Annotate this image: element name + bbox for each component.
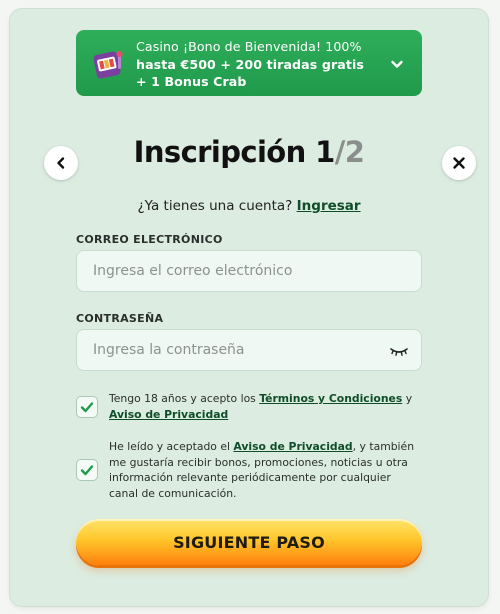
- terms-text: Tengo 18 años y acepto los Términos y Co…: [109, 391, 422, 422]
- email-field[interactable]: [77, 251, 421, 291]
- email-label: CORREO ELECTRÓNICO: [76, 233, 223, 246]
- email-field-wrapper: [76, 250, 422, 292]
- login-prompt: ¿Ya tienes una cuenta? Ingresar: [10, 198, 488, 214]
- step-total: /2: [334, 135, 365, 169]
- slot-machine-icon: [93, 51, 123, 79]
- password-field-wrapper: [76, 329, 422, 371]
- terms-checkbox[interactable]: [76, 396, 98, 418]
- promo-text: Casino ¡Bono de Bienvenida! 100% hasta €…: [136, 38, 372, 91]
- chevron-down-icon[interactable]: [390, 57, 404, 71]
- promo-line-1: Casino ¡Bono de Bienvenida! 100%: [136, 39, 362, 54]
- next-step-button[interactable]: SIGUIENTE PASO: [76, 519, 422, 565]
- terms-text-b: y: [402, 392, 413, 405]
- login-link[interactable]: Ingresar: [297, 198, 361, 214]
- promo-line-3: + 1 Bonus Crab: [136, 74, 247, 89]
- promo-line-2: hasta €500 + 200 tiradas gratis: [136, 56, 365, 72]
- eye-closed-icon[interactable]: [389, 344, 409, 358]
- password-field[interactable]: [77, 330, 421, 370]
- privacy-link[interactable]: Aviso de Privacidad: [109, 408, 228, 421]
- login-prompt-text: ¿Ya tienes una cuenta?: [137, 198, 293, 214]
- title-text: Inscripción 1: [133, 135, 336, 169]
- checkmark-icon: [80, 402, 94, 413]
- page-title: Inscripción 1/2: [10, 135, 488, 169]
- consent-terms-row: Tengo 18 años y acepto los Términos y Co…: [76, 391, 422, 425]
- password-label: CONTRASEÑA: [76, 312, 164, 325]
- checkmark-icon: [80, 465, 94, 476]
- marketing-text: He leído y aceptado el Aviso de Privacid…: [109, 439, 422, 501]
- terms-text-a: Tengo 18 años y acepto los: [109, 392, 260, 405]
- welcome-bonus-banner[interactable]: Casino ¡Bono de Bienvenida! 100% hasta €…: [76, 30, 422, 96]
- consent-marketing-row: He leído y aceptado el Aviso de Privacid…: [76, 439, 422, 503]
- registration-modal: Casino ¡Bono de Bienvenida! 100% hasta €…: [10, 9, 488, 606]
- terms-link[interactable]: Términos y Condiciones: [259, 392, 402, 405]
- privacy-link-2[interactable]: Aviso de Privacidad: [233, 440, 352, 453]
- marketing-text-a: He leído y aceptado el: [109, 440, 234, 453]
- marketing-checkbox[interactable]: [76, 459, 98, 481]
